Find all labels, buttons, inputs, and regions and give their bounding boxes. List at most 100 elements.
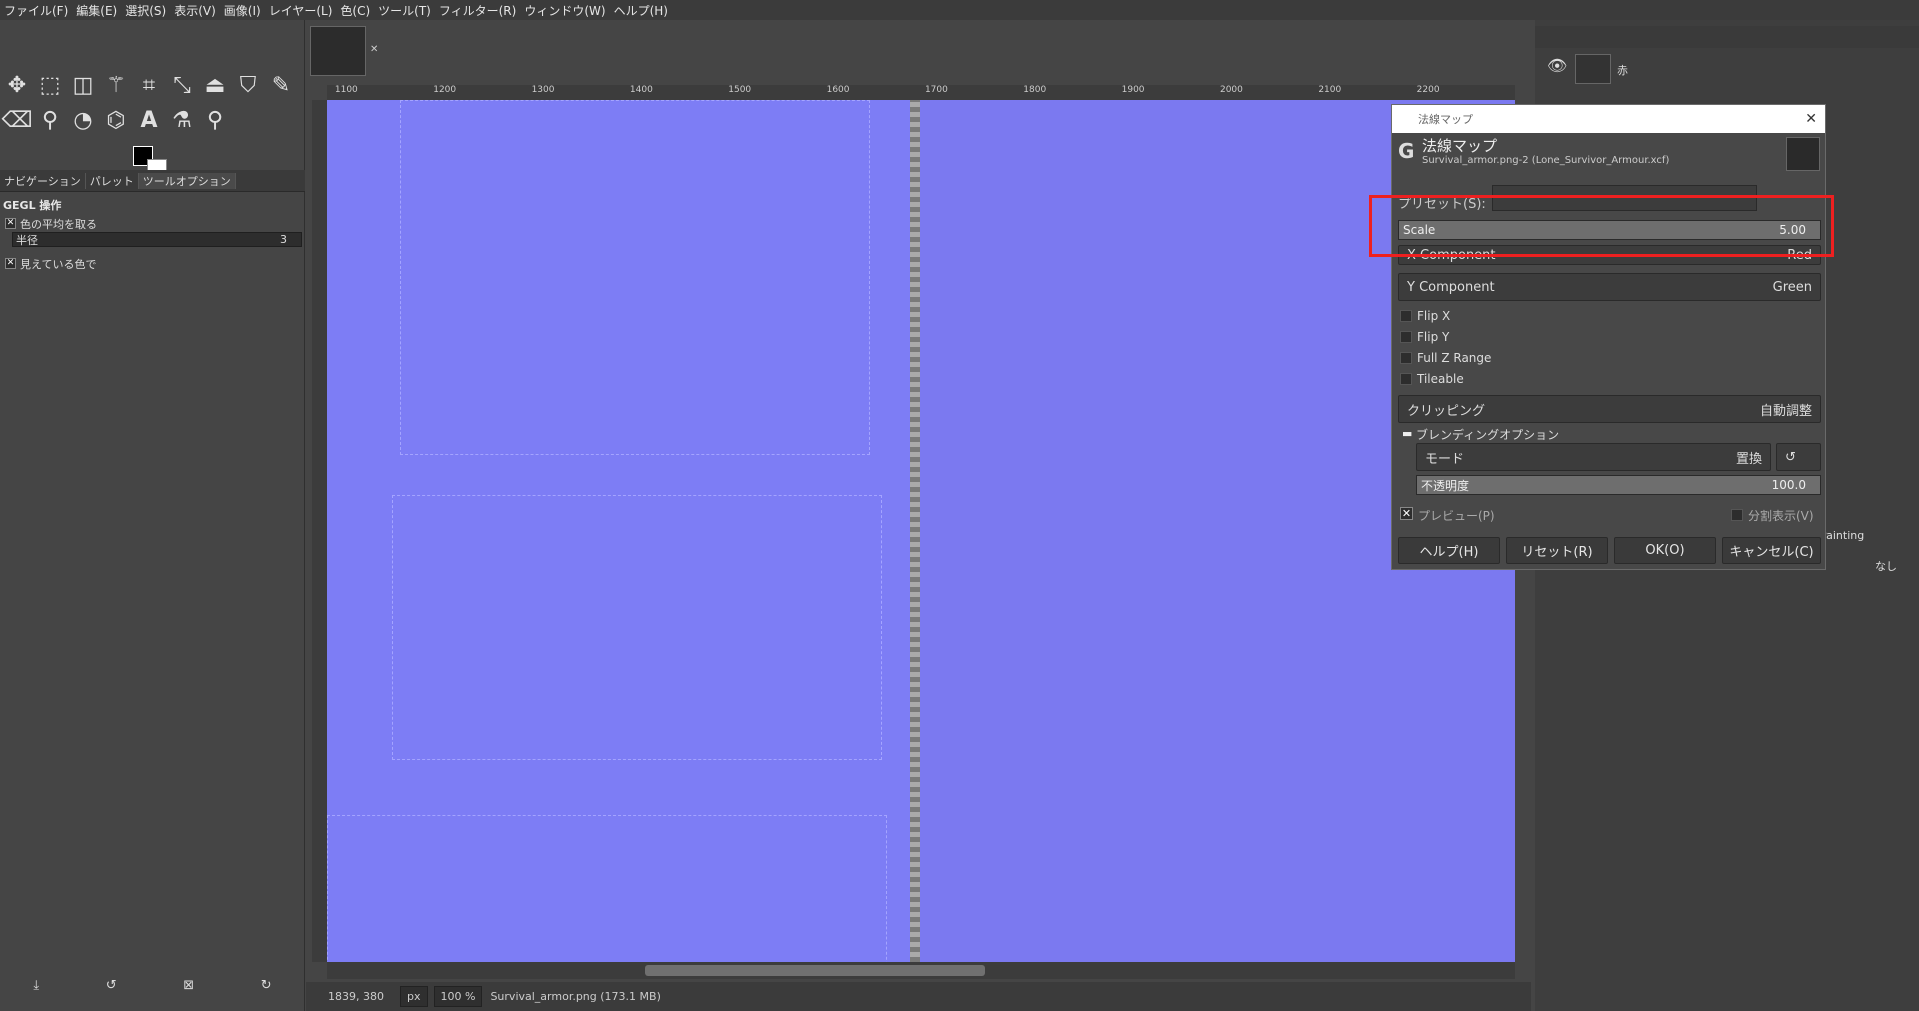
toolbox: ✥ ⬚ ◫ ⚚ ⌗ ⤡ ⏏ ⛉ ✎ ⌫ ⚲ ◔ ⌬ A ⚗ ⚲ ナビゲーション … bbox=[0, 20, 305, 1011]
menu-select[interactable]: 選択(S) bbox=[125, 2, 166, 19]
move-tool-icon[interactable]: ✥ bbox=[2, 70, 32, 100]
restore-options-icon[interactable]: ↺ bbox=[106, 978, 117, 998]
preview-checkbox[interactable]: ✕ bbox=[1400, 507, 1413, 520]
full-z-checkbox[interactable] bbox=[1400, 352, 1412, 364]
scrollbar-thumb[interactable] bbox=[645, 965, 985, 976]
crop-icon[interactable]: ⌗ bbox=[134, 70, 164, 100]
status-bar: 1839, 380 px 100 % Survival_armor.png (1… bbox=[306, 982, 1531, 1011]
unit-select[interactable]: px bbox=[400, 986, 428, 1007]
layers-tabbar bbox=[1535, 26, 1919, 48]
layer-thumbnail[interactable] bbox=[1575, 54, 1611, 84]
dock-tabs: ナビゲーション パレット ツールオプション bbox=[0, 170, 305, 192]
avg-checkbox[interactable]: ✕ bbox=[5, 218, 16, 229]
paths-icon[interactable]: ⌬ bbox=[101, 105, 131, 135]
tab-navigation[interactable]: ナビゲーション bbox=[0, 172, 86, 189]
menu-filters[interactable]: フィルター(R) bbox=[439, 2, 516, 19]
fuzzy-select-icon[interactable]: ⚚ bbox=[101, 70, 131, 100]
warp-icon[interactable]: ⏏ bbox=[200, 70, 230, 100]
opacity-value: 100.0 bbox=[1771, 478, 1806, 492]
ruler-mark: 1700 bbox=[924, 85, 948, 95]
flip-x-label: Flip X bbox=[1417, 309, 1451, 323]
tileable-label: Tileable bbox=[1417, 372, 1464, 386]
delete-options-icon[interactable]: ⊠ bbox=[183, 978, 194, 998]
normal-map-dialog: 法線マップ ✕ G 法線マップ Survival_armor.png-2 (Lo… bbox=[1391, 104, 1826, 570]
menu-help[interactable]: ヘルプ(H) bbox=[614, 2, 668, 19]
menu-file[interactable]: ファイル(F) bbox=[4, 2, 68, 19]
options-title: GEGL 操作 bbox=[3, 199, 62, 212]
split-view-checkbox[interactable] bbox=[1731, 509, 1743, 521]
color-picker-icon[interactable]: ⚗ bbox=[167, 105, 197, 135]
flip-x-checkbox[interactable] bbox=[1400, 310, 1412, 322]
zoom-select[interactable]: 100 % bbox=[433, 986, 483, 1007]
reset-button[interactable]: リセット(R) bbox=[1506, 537, 1608, 564]
menu-colors[interactable]: 色(C) bbox=[340, 2, 370, 19]
paintbrush-icon[interactable]: ✎ bbox=[266, 70, 296, 100]
mode-none-value[interactable]: なし bbox=[1875, 558, 1897, 574]
painting-tab[interactable]: Painting bbox=[1820, 525, 1900, 545]
eraser-icon[interactable]: ⌫ bbox=[1, 105, 32, 135]
mode-value: 置換 bbox=[1735, 451, 1762, 467]
free-select-icon[interactable]: ◫ bbox=[68, 70, 98, 100]
clipping-combo[interactable]: クリッピング 自動調整 bbox=[1398, 395, 1821, 423]
blending-label[interactable]: ブレンディングオプション bbox=[1416, 426, 1559, 443]
ruler-mark: 1400 bbox=[629, 85, 653, 95]
menu-tools[interactable]: ツール(T) bbox=[378, 2, 431, 19]
clipping-value: 自動調整 bbox=[1759, 403, 1812, 419]
close-image-tab-icon[interactable]: ✕ bbox=[370, 44, 378, 55]
bucket-fill-icon[interactable]: ⛉ bbox=[233, 70, 263, 100]
image-tab-thumbnail[interactable] bbox=[310, 26, 366, 76]
save-options-icon[interactable]: ⤓ bbox=[33, 978, 39, 998]
eye-icon[interactable]: 👁 bbox=[1547, 56, 1567, 75]
ruler-mark: 1300 bbox=[531, 85, 555, 95]
zoom-icon[interactable]: ⚲ bbox=[200, 105, 230, 135]
reset-mode-icon: ↺ bbox=[1785, 449, 1796, 465]
mode-combo[interactable]: モード 置換 bbox=[1416, 443, 1771, 471]
opacity-spinscale[interactable]: 不透明度 100.0 bbox=[1416, 475, 1821, 495]
tab-tool-options[interactable]: ツールオプション bbox=[138, 172, 236, 189]
ruler-mark: 1500 bbox=[728, 85, 752, 95]
rect-select-icon[interactable]: ⬚ bbox=[35, 70, 65, 100]
dialog-window-title: 法線マップ bbox=[1418, 113, 1473, 126]
toolbox-bottom-buttons: ⤓ ↺ ⊠ ↻ bbox=[0, 978, 305, 998]
y-component-label: Y Component bbox=[1407, 279, 1495, 295]
tab-palette[interactable]: パレット bbox=[86, 172, 139, 189]
collapse-icon[interactable]: ▬ bbox=[1402, 427, 1412, 440]
transform-icon[interactable]: ⤡ bbox=[167, 70, 197, 100]
smudge-icon[interactable]: ◔ bbox=[68, 105, 98, 135]
opacity-label: 不透明度 bbox=[1421, 478, 1470, 493]
gimp-logo-icon: G bbox=[1398, 139, 1415, 163]
horizontal-scrollbar[interactable] bbox=[327, 962, 1515, 979]
tileable-checkbox[interactable] bbox=[1400, 373, 1412, 385]
transparent-strip bbox=[910, 100, 920, 962]
uv-seam-outline bbox=[327, 815, 887, 962]
y-component-combo[interactable]: Y Component Green bbox=[1398, 273, 1821, 301]
uv-seam-outline bbox=[392, 495, 882, 760]
ruler-mark: 1200 bbox=[433, 85, 457, 95]
highlight-annotation bbox=[1369, 195, 1834, 257]
ok-button[interactable]: OK(O) bbox=[1614, 537, 1716, 564]
dialog-heading: 法線マップ bbox=[1422, 137, 1498, 155]
cancel-button[interactable]: キャンセル(C) bbox=[1722, 537, 1821, 564]
uv-seam-outline bbox=[400, 100, 870, 455]
menu-view[interactable]: 表示(V) bbox=[174, 2, 216, 19]
flip-y-checkbox[interactable] bbox=[1400, 331, 1412, 343]
text-tool-icon[interactable]: A bbox=[134, 105, 164, 135]
mode-label: モード bbox=[1425, 451, 1465, 467]
close-icon[interactable]: ✕ bbox=[1805, 111, 1817, 127]
menu-image[interactable]: 画像(I) bbox=[224, 2, 261, 19]
visible-checkbox[interactable]: ✕ bbox=[5, 258, 16, 269]
radius-value: 3 bbox=[280, 233, 287, 246]
menu-layer[interactable]: レイヤー(L) bbox=[269, 2, 333, 19]
help-button[interactable]: ヘルプ(H) bbox=[1398, 537, 1500, 564]
ruler-mark: 2000 bbox=[1219, 85, 1243, 95]
clone-icon[interactable]: ⚲ bbox=[35, 105, 65, 135]
composite-mode-button[interactable]: ↺ bbox=[1776, 443, 1821, 471]
file-info: Survival_armor.png (173.1 MB) bbox=[490, 990, 661, 1003]
y-component-value: Green bbox=[1772, 279, 1812, 295]
menu-windows[interactable]: ウィンドウ(W) bbox=[524, 2, 605, 19]
radius-field[interactable]: 半径 3 bbox=[12, 232, 302, 247]
menu-edit[interactable]: 編集(E) bbox=[76, 2, 117, 19]
layer-name[interactable]: 赤 bbox=[1617, 62, 1628, 78]
reset-options-icon[interactable]: ↻ bbox=[261, 978, 272, 998]
flip-y-label: Flip Y bbox=[1417, 330, 1450, 344]
